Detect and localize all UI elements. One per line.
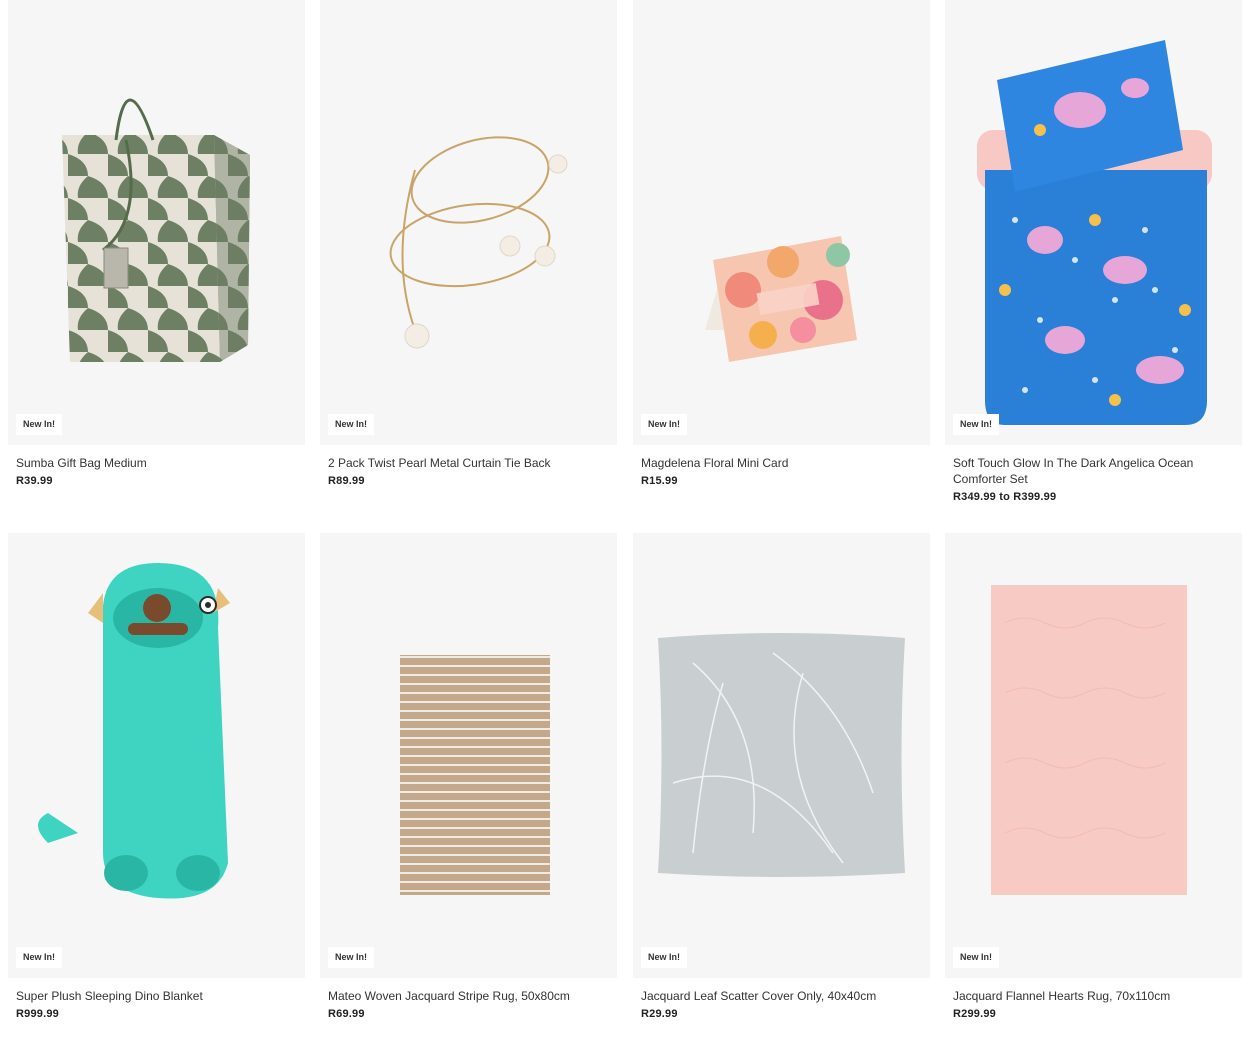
product-image-link[interactable]: New In! <box>8 0 305 445</box>
product-card[interactable]: New In! Jacquard Flannel Hearts Rug, 70x… <box>945 533 1242 1020</box>
new-in-badge: New In! <box>328 414 375 435</box>
product-card[interactable]: New In! Jacquard Leaf Scatter Cover Only… <box>633 533 930 1020</box>
product-card[interactable]: New In! Soft Touch Glow In The Dark Ange… <box>945 0 1242 503</box>
gift-bag-image <box>62 98 250 362</box>
product-title[interactable]: Magdelena Floral Mini Card <box>641 455 911 471</box>
product-price: R89.99 <box>328 475 365 487</box>
product-image-link[interactable]: New In! <box>945 533 1242 978</box>
product-title[interactable]: Soft Touch Glow In The Dark Angelica Oce… <box>953 455 1223 487</box>
product-card[interactable]: New In! Super Plush Sleeping Dino Blanke… <box>8 533 305 1020</box>
new-in-badge: New In! <box>328 947 375 968</box>
new-in-badge: New In! <box>953 414 1000 435</box>
new-in-badge: New In! <box>16 947 63 968</box>
product-price: R29.99 <box>641 1008 678 1020</box>
product-title[interactable]: Jacquard Leaf Scatter Cover Only, 40x40c… <box>641 988 911 1004</box>
product-image-link[interactable]: New In! <box>633 0 930 445</box>
product-price: R299.99 <box>953 1008 996 1020</box>
product-image-link[interactable]: New In! <box>320 533 617 978</box>
curtain-tie-back-image <box>389 136 568 349</box>
product-card[interactable]: New In! Magdelena Floral Mini Card R15.9… <box>633 0 930 487</box>
new-in-badge: New In! <box>16 414 63 435</box>
product-title[interactable]: 2 Pack Twist Pearl Metal Curtain Tie Bac… <box>328 455 598 471</box>
product-card[interactable]: New In! Sumba Gift Bag Medium R39.99 <box>8 0 305 487</box>
product-image-link[interactable]: New In! <box>633 533 930 978</box>
new-in-badge: New In! <box>641 947 688 968</box>
product-price: R39.99 <box>16 475 53 487</box>
leaf-cushion-image <box>658 633 905 877</box>
new-in-badge: New In! <box>953 947 1000 968</box>
product-price: R999.99 <box>16 1008 59 1020</box>
product-card[interactable]: New In! 2 Pack Twist Pearl Metal Curtain… <box>320 0 617 487</box>
new-in-badge: New In! <box>641 414 688 435</box>
dino-sleeping-bag-image <box>38 563 230 899</box>
product-price: R69.99 <box>328 1008 365 1020</box>
product-title[interactable]: Mateo Woven Jacquard Stripe Rug, 50x80cm <box>328 988 598 1004</box>
stripe-rug-image <box>400 655 550 895</box>
product-image-link[interactable]: New In! <box>945 0 1242 445</box>
product-image-link[interactable]: New In! <box>8 533 305 978</box>
floral-card-image <box>705 236 857 362</box>
pink-rug-image <box>991 585 1187 895</box>
product-price: R349.99 to R399.99 <box>953 491 1057 503</box>
product-title[interactable]: Sumba Gift Bag Medium <box>16 455 286 471</box>
product-card[interactable]: New In! Mateo Woven Jacquard Stripe Rug,… <box>320 533 617 1020</box>
product-grid: New In! Sumba Gift Bag Medium R39.99 New… <box>0 0 1250 1050</box>
comforter-set-image <box>977 40 1212 425</box>
product-title[interactable]: Jacquard Flannel Hearts Rug, 70x110cm <box>953 988 1223 1004</box>
product-title[interactable]: Super Plush Sleeping Dino Blanket <box>16 988 286 1004</box>
product-image-link[interactable]: New In! <box>320 0 617 445</box>
product-price: R15.99 <box>641 475 678 487</box>
